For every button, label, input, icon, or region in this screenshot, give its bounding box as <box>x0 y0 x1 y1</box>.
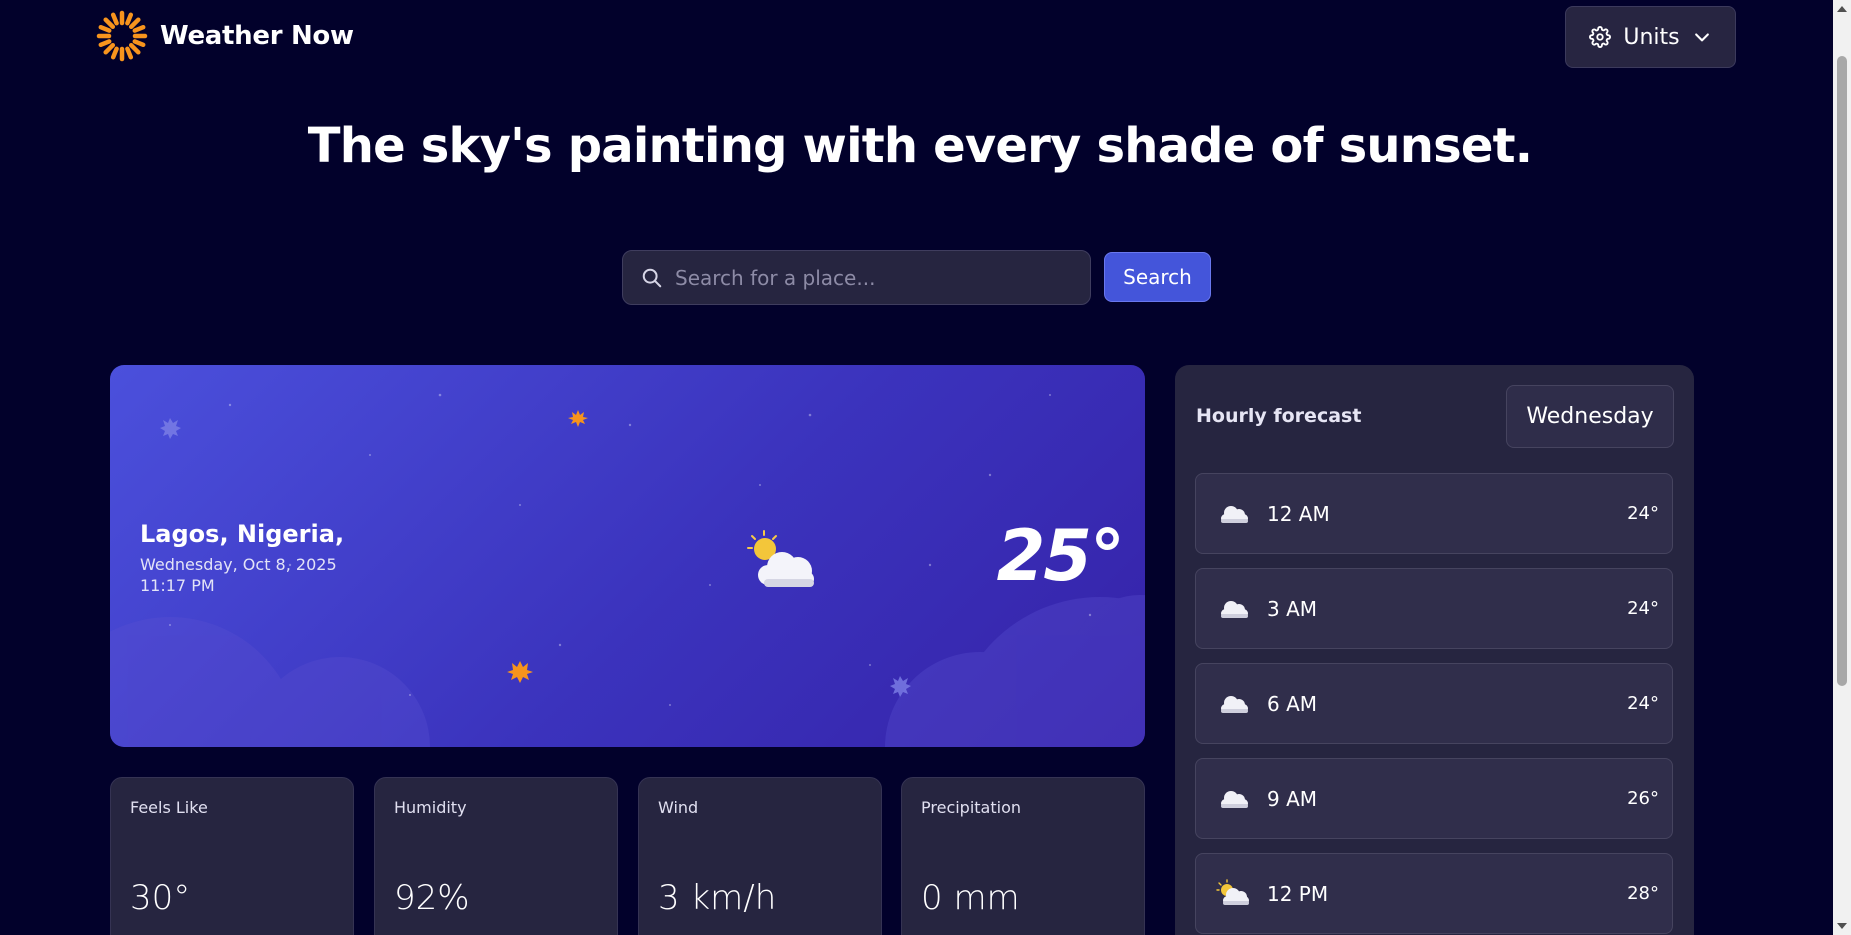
location-block: Lagos, Nigeria, Wednesday, Oct 8, 2025 1… <box>140 520 344 596</box>
hourly-forecast-panel: Hourly forecast Wednesday 12 AM 24° 3 AM… <box>1175 365 1694 935</box>
cloud-icon <box>1221 791 1248 808</box>
hour-temp: 24° <box>1627 598 1659 619</box>
sun-logo-icon <box>96 10 148 62</box>
current-temperature: 25° <box>996 515 1125 597</box>
stat-humidity: Humidity 92% <box>374 777 618 935</box>
page-headline: The sky's painting with every shade of s… <box>307 118 1533 174</box>
hour-time: 12 AM <box>1267 502 1330 526</box>
gear-icon <box>1589 26 1612 48</box>
stat-value: 0 mm <box>921 878 1020 918</box>
page-scrollbar[interactable] <box>1833 0 1851 935</box>
scroll-thumb[interactable] <box>1837 56 1847 686</box>
location-name: Lagos, Nigeria, <box>140 520 345 548</box>
brand-name: Weather Now <box>160 21 354 51</box>
current-weather-card: Lagos, Nigeria, Wednesday, Oct 8, 2025 1… <box>110 365 1145 747</box>
cloud-icon <box>1221 696 1248 713</box>
hourly-row: 9 AM 26° <box>1195 758 1673 839</box>
hour-temp: 24° <box>1627 693 1659 714</box>
search-box[interactable] <box>622 250 1091 305</box>
stat-precipitation: Precipitation 0 mm <box>901 777 1145 935</box>
stat-label: Feels Like <box>130 798 208 817</box>
cloud-icon <box>1221 601 1248 618</box>
stat-value: 92% <box>394 878 470 918</box>
header: Weather Now Units <box>0 0 1851 75</box>
stat-label: Wind <box>658 798 699 817</box>
day-select[interactable]: Wednesday <box>1506 385 1674 448</box>
partly-cloudy-icon <box>1216 879 1249 905</box>
current-date: Wednesday, Oct 8, 2025 <box>140 555 337 574</box>
stat-value: 30° <box>130 878 191 918</box>
chevron-down-icon <box>1694 33 1709 42</box>
hour-time: 9 AM <box>1267 787 1318 811</box>
hour-time: 3 AM <box>1267 597 1318 621</box>
units-label: Units <box>1623 24 1680 50</box>
stat-feels-like: Feels Like 30° <box>110 777 354 935</box>
partly-cloudy-icon <box>747 530 814 587</box>
scroll-down-arrow[interactable] <box>1837 923 1847 929</box>
hour-temp: 24° <box>1627 503 1659 524</box>
search-input[interactable] <box>675 265 1090 290</box>
hour-time: 12 PM <box>1267 882 1329 906</box>
current-time: 11:17 PM <box>140 576 215 595</box>
stat-wind: Wind 3 km/h <box>638 777 882 935</box>
hourly-row: 6 AM 24° <box>1195 663 1673 744</box>
hourly-row: 12 AM 24° <box>1195 473 1673 554</box>
stat-label: Precipitation <box>921 798 1022 817</box>
hourly-forecast-title: Hourly forecast <box>1196 405 1362 427</box>
units-button[interactable]: Units <box>1565 6 1736 68</box>
scroll-up-arrow[interactable] <box>1837 6 1847 12</box>
hour-time: 6 AM <box>1267 692 1318 716</box>
search-button[interactable]: Search <box>1104 252 1211 302</box>
hour-temp: 28° <box>1627 883 1659 904</box>
hourly-row: 3 AM 24° <box>1195 568 1673 649</box>
logo[interactable]: Weather Now <box>96 10 354 62</box>
cloud-icon <box>1221 506 1248 523</box>
hourly-row: 12 PM 28° <box>1195 853 1673 934</box>
stat-label: Humidity <box>394 798 467 817</box>
search-icon <box>642 268 662 287</box>
stat-value: 3 km/h <box>658 878 777 918</box>
hour-temp: 26° <box>1627 788 1659 809</box>
